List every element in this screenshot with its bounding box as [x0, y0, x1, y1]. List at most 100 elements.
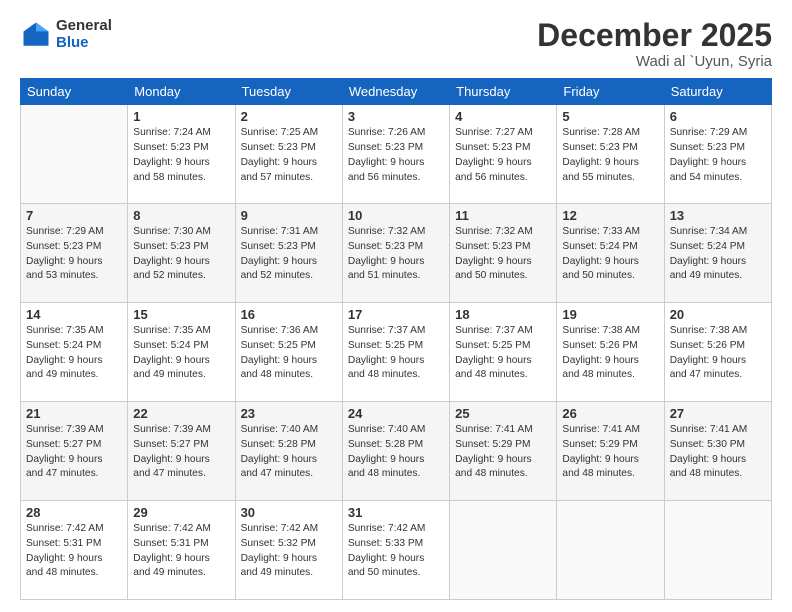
- day-info: Sunrise: 7:41 AMSunset: 5:30 PMDaylight:…: [670, 423, 766, 482]
- day-number: 9: [241, 208, 337, 223]
- day-info: Sunrise: 7:42 AMSunset: 5:31 PMDaylight:…: [26, 522, 122, 581]
- table-row: 26 Sunrise: 7:41 AMSunset: 5:29 PMDayligh…: [557, 402, 664, 501]
- day-info: Sunrise: 7:41 AMSunset: 5:29 PMDaylight:…: [562, 423, 658, 482]
- calendar-week-row: 1Sunrise: 7:24 AMSunset: 5:23 PMDaylight…: [21, 105, 772, 204]
- table-row: 20 Sunrise: 7:38 AMSunset: 5:26 PMDayligh…: [664, 303, 771, 402]
- table-row: 28 Sunrise: 7:42 AMSunset: 5:31 PMDayligh…: [21, 501, 128, 600]
- day-info: Sunrise: 7:38 AMSunset: 5:26 PMDaylight:…: [562, 324, 658, 383]
- location: Wadi al `Uyun, Syria: [537, 53, 772, 70]
- day-info: Sunrise: 7:35 AMSunset: 5:24 PMDaylight:…: [133, 324, 229, 383]
- day-info: Sunrise: 7:31 AMSunset: 5:23 PMDaylight:…: [241, 225, 337, 284]
- col-tuesday: Tuesday: [235, 79, 342, 105]
- day-number: 15: [133, 307, 229, 322]
- logo-text: General Blue: [56, 18, 112, 51]
- day-number: 30: [241, 505, 337, 520]
- day-info: Sunrise: 7:36 AMSunset: 5:25 PMDaylight:…: [241, 324, 337, 383]
- table-row: 5Sunrise: 7:28 AMSunset: 5:23 PMDaylight…: [557, 105, 664, 204]
- day-number: 26: [562, 406, 658, 421]
- day-info: Sunrise: 7:40 AMSunset: 5:28 PMDaylight:…: [348, 423, 444, 482]
- day-info: Sunrise: 7:32 AMSunset: 5:23 PMDaylight:…: [348, 225, 444, 284]
- table-row: 4 Sunrise: 7:27 AMSunset: 5:23 PMDaylight…: [450, 105, 557, 204]
- day-number: 1: [133, 109, 229, 124]
- table-row: 29Sunrise: 7:42 AMSunset: 5:31 PMDayligh…: [128, 501, 235, 600]
- day-number: 27: [670, 406, 766, 421]
- day-number: 10: [348, 208, 444, 223]
- table-row: 16 Sunrise: 7:36 AMSunset: 5:25 PMDayligh…: [235, 303, 342, 402]
- day-info: Sunrise: 7:42 AMSunset: 5:32 PMDaylight:…: [241, 522, 337, 581]
- table-row: 17 Sunrise: 7:37 AMSunset: 5:25 PMDayligh…: [342, 303, 449, 402]
- calendar-table: Sunday Monday Tuesday Wednesday Thursday…: [20, 78, 772, 600]
- day-number: 13: [670, 208, 766, 223]
- table-row: 25 Sunrise: 7:41 AMSunset: 5:29 PMDayligh…: [450, 402, 557, 501]
- table-row: 24Sunrise: 7:40 AMSunset: 5:28 PMDayligh…: [342, 402, 449, 501]
- day-number: 7: [26, 208, 122, 223]
- day-info: Sunrise: 7:41 AMSunset: 5:29 PMDaylight:…: [455, 423, 551, 482]
- day-info: Sunrise: 7:26 AMSunset: 5:23 PMDaylight:…: [348, 126, 444, 185]
- table-row: 9 Sunrise: 7:31 AMSunset: 5:23 PMDaylight…: [235, 204, 342, 303]
- day-info: Sunrise: 7:32 AMSunset: 5:23 PMDaylight:…: [455, 225, 551, 284]
- day-number: 4: [455, 109, 551, 124]
- day-number: 20: [670, 307, 766, 322]
- day-info: Sunrise: 7:29 AMSunset: 5:23 PMDaylight:…: [26, 225, 122, 284]
- day-number: 28: [26, 505, 122, 520]
- day-number: 17: [348, 307, 444, 322]
- day-number: 16: [241, 307, 337, 322]
- day-number: 18: [455, 307, 551, 322]
- day-info: Sunrise: 7:38 AMSunset: 5:26 PMDaylight:…: [670, 324, 766, 383]
- day-info: Sunrise: 7:29 AMSunset: 5:23 PMDaylight:…: [670, 126, 766, 185]
- col-thursday: Thursday: [450, 79, 557, 105]
- table-row: 2 Sunrise: 7:25 AMSunset: 5:23 PMDaylight…: [235, 105, 342, 204]
- day-info: Sunrise: 7:40 AMSunset: 5:28 PMDaylight:…: [241, 423, 337, 482]
- day-info: Sunrise: 7:39 AMSunset: 5:27 PMDaylight:…: [133, 423, 229, 482]
- day-number: 2: [241, 109, 337, 124]
- col-friday: Friday: [557, 79, 664, 105]
- day-number: 5: [562, 109, 658, 124]
- table-row: 7 Sunrise: 7:29 AMSunset: 5:23 PMDaylight…: [21, 204, 128, 303]
- table-row: 30 Sunrise: 7:42 AMSunset: 5:32 PMDayligh…: [235, 501, 342, 600]
- table-row: 18 Sunrise: 7:37 AMSunset: 5:25 PMDayligh…: [450, 303, 557, 402]
- logo-blue-text: Blue: [56, 35, 112, 52]
- table-row: 8Sunrise: 7:30 AMSunset: 5:23 PMDaylight…: [128, 204, 235, 303]
- day-info: Sunrise: 7:27 AMSunset: 5:23 PMDaylight:…: [455, 126, 551, 185]
- day-number: 3: [348, 109, 444, 124]
- day-number: 31: [348, 505, 444, 520]
- day-info: Sunrise: 7:37 AMSunset: 5:25 PMDaylight:…: [348, 324, 444, 383]
- col-sunday: Sunday: [21, 79, 128, 105]
- page: General Blue December 2025 Wadi al `Uyun…: [0, 0, 792, 612]
- table-row: 19 Sunrise: 7:38 AMSunset: 5:26 PMDayligh…: [557, 303, 664, 402]
- month-title: December 2025: [537, 18, 772, 53]
- table-row: 6Sunrise: 7:29 AMSunset: 5:23 PMDaylight…: [664, 105, 771, 204]
- day-info: Sunrise: 7:33 AMSunset: 5:24 PMDaylight:…: [562, 225, 658, 284]
- day-number: 25: [455, 406, 551, 421]
- table-row: 22 Sunrise: 7:39 AMSunset: 5:27 PMDayligh…: [128, 402, 235, 501]
- col-wednesday: Wednesday: [342, 79, 449, 105]
- day-number: 8: [133, 208, 229, 223]
- day-info: Sunrise: 7:25 AMSunset: 5:23 PMDaylight:…: [241, 126, 337, 185]
- day-number: 19: [562, 307, 658, 322]
- table-row: 14Sunrise: 7:35 AMSunset: 5:24 PMDayligh…: [21, 303, 128, 402]
- title-block: December 2025 Wadi al `Uyun, Syria: [537, 18, 772, 70]
- day-number: 23: [241, 406, 337, 421]
- table-row: 1Sunrise: 7:24 AMSunset: 5:23 PMDaylight…: [128, 105, 235, 204]
- day-info: Sunrise: 7:42 AMSunset: 5:31 PMDaylight:…: [133, 522, 229, 581]
- table-row: 12Sunrise: 7:33 AMSunset: 5:24 PMDayligh…: [557, 204, 664, 303]
- table-row: [21, 105, 128, 204]
- calendar-week-row: 7 Sunrise: 7:29 AMSunset: 5:23 PMDaylight…: [21, 204, 772, 303]
- day-number: 11: [455, 208, 551, 223]
- table-row: 27 Sunrise: 7:41 AMSunset: 5:30 PMDayligh…: [664, 402, 771, 501]
- day-info: Sunrise: 7:35 AMSunset: 5:24 PMDaylight:…: [26, 324, 122, 383]
- day-info: Sunrise: 7:37 AMSunset: 5:25 PMDaylight:…: [455, 324, 551, 383]
- table-row: 11 Sunrise: 7:32 AMSunset: 5:23 PMDayligh…: [450, 204, 557, 303]
- table-row: 21Sunrise: 7:39 AMSunset: 5:27 PMDayligh…: [21, 402, 128, 501]
- table-row: 13 Sunrise: 7:34 AMSunset: 5:24 PMDayligh…: [664, 204, 771, 303]
- calendar-header-row: Sunday Monday Tuesday Wednesday Thursday…: [21, 79, 772, 105]
- day-number: 22: [133, 406, 229, 421]
- table-row: 23 Sunrise: 7:40 AMSunset: 5:28 PMDayligh…: [235, 402, 342, 501]
- table-row: [557, 501, 664, 600]
- day-info: Sunrise: 7:34 AMSunset: 5:24 PMDaylight:…: [670, 225, 766, 284]
- logo-icon: [20, 19, 52, 51]
- table-row: 10 Sunrise: 7:32 AMSunset: 5:23 PMDayligh…: [342, 204, 449, 303]
- calendar-week-row: 21 Sunrise: 7:39 AMSunset: 5:27 PMDayligh…: [21, 402, 772, 501]
- day-number: 21: [26, 406, 122, 421]
- calendar-week-row: 28 Sunrise: 7:42 AMSunset: 5:31 PMDayligh…: [21, 501, 772, 600]
